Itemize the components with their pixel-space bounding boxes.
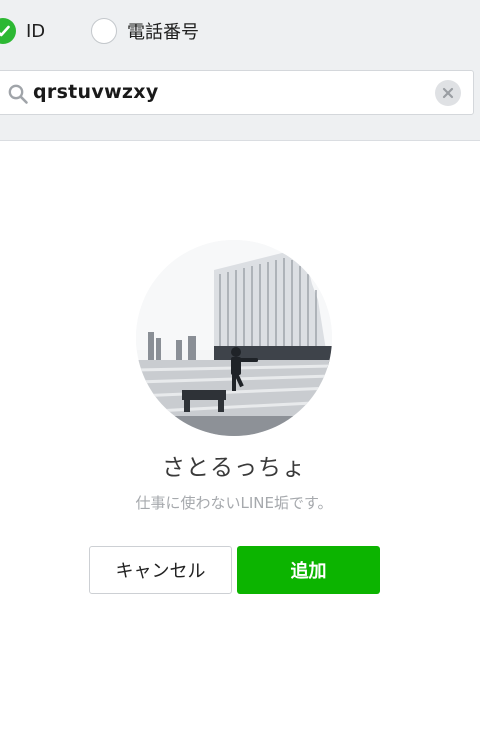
profile-display-name: さとるっちょ: [162, 455, 306, 481]
add-friend-button[interactable]: 追加: [237, 546, 380, 594]
radio-label-id: ID: [26, 20, 46, 42]
profile-status-message: 仕事に使わないLINE垢です。: [135, 494, 333, 512]
radio-option-id[interactable]: ID: [0, 14, 45, 48]
profile-avatar: [136, 240, 332, 436]
clear-search-button[interactable]: [435, 80, 461, 106]
radio-unchecked-icon[interactable]: [91, 18, 117, 44]
check-icon: [0, 25, 10, 37]
radio-option-phone-number[interactable]: 電話番号: [91, 14, 199, 48]
radio-label-phone-number: 電話番号: [127, 22, 199, 43]
search-panel: ID 電話番号 qrstuvwzxy: [0, 0, 480, 141]
search-type-radio-group: ID 電話番号: [0, 14, 480, 48]
search-input-value[interactable]: qrstuvwzxy: [33, 71, 159, 114]
avatar-photo: [136, 240, 332, 436]
cancel-button[interactable]: キャンセル: [89, 546, 232, 594]
close-icon: [442, 87, 454, 99]
search-icon: [8, 84, 28, 104]
radio-checked-icon[interactable]: [0, 18, 16, 44]
search-input[interactable]: qrstuvwzxy: [0, 70, 474, 115]
